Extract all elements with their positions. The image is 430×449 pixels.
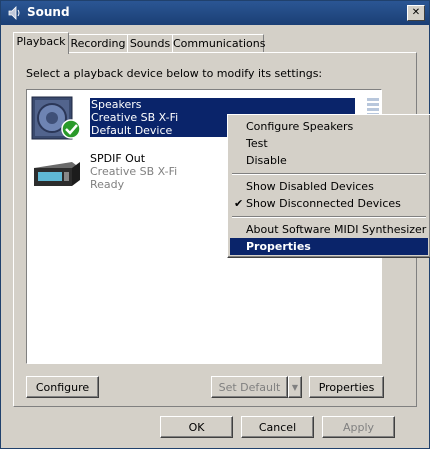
set-default-button[interactable]: Set Default [211,376,288,398]
menu-item-show-disabled-devices[interactable]: Show Disabled Devices [230,178,428,195]
speaker-icon [31,96,81,140]
close-button[interactable]: ✕ [407,5,425,21]
device-status: Ready [90,178,125,191]
sound-app-icon [8,6,20,20]
menu-item-about-midi-synth[interactable]: About Software MIDI Synthesizer [230,221,428,238]
menu-item-test[interactable]: Test [230,135,428,152]
cancel-button[interactable]: Cancel [241,416,314,438]
device-name: Speakers [90,98,355,111]
device-card: Creative SB X-Fi [90,165,178,178]
menu-item-configure-speakers[interactable]: Configure Speakers [230,118,428,135]
properties-button[interactable]: Properties [309,376,384,398]
apply-button[interactable]: Apply [322,416,395,438]
configure-button[interactable]: Configure [26,376,99,398]
checkmark-icon: ✔ [234,197,244,210]
tab-playback[interactable]: Playback [13,32,69,54]
close-icon: ✕ [411,7,421,18]
context-menu: Configure Speakers Test Disable Show Dis… [227,114,430,258]
chevron-down-icon: ▼ [291,383,299,392]
window-title: Sound [27,5,70,19]
menu-separator [232,173,426,175]
device-text-spdif: SPDIF Out Creative SB X-Fi Ready [90,152,177,191]
set-default-dropdown-button[interactable]: ▼ [288,376,302,398]
tab-recording[interactable]: Recording [68,34,128,53]
menu-separator [232,216,426,218]
menu-item-disable[interactable]: Disable [230,152,428,169]
sound-dialog: Sound ✕ Playback Recording Sounds Commun… [0,0,430,449]
menu-item-show-disconnected-devices[interactable]: ✔ Show Disconnected Devices [230,195,428,212]
title-bar[interactable]: Sound ✕ [1,1,429,25]
device-name: SPDIF Out [90,152,146,165]
menu-item-properties[interactable]: Properties [230,238,428,255]
ok-button[interactable]: OK [160,416,233,438]
tab-sounds[interactable]: Sounds [127,34,173,53]
spdif-device-icon [34,162,80,186]
tab-communications[interactable]: Communications [172,34,265,53]
instruction-text: Select a playback device below to modify… [26,67,323,80]
